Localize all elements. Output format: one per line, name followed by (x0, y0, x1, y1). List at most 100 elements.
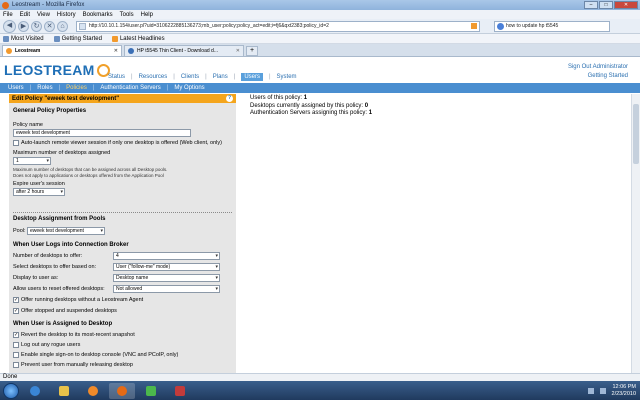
expire-session-select[interactable]: after 2 hours ▾ (13, 188, 65, 196)
chevron-down-icon: ▾ (215, 275, 218, 281)
window-controls: – □ ✕ (584, 1, 638, 9)
nav-system[interactable]: System (277, 74, 297, 80)
volume-icon[interactable] (599, 387, 606, 394)
logout-rogue-checkbox[interactable] (13, 342, 19, 348)
allow-reset-select[interactable]: Not allowed ▾ (113, 285, 220, 293)
navigation-toolbar: ◀ ▶ ↻ ✕ ⌂ http://10.10.1.154/user.pl?uid… (0, 19, 640, 34)
policy-name-input[interactable]: eweek test development (13, 129, 191, 137)
bookmark-latest-headlines[interactable]: Latest Headlines (111, 35, 165, 42)
sign-out-link[interactable]: Sign Out Administrator (568, 64, 628, 70)
flag-icon[interactable] (587, 387, 594, 394)
windows-taskbar: 12:06 PM 2/23/2010 (0, 381, 640, 400)
search-bar[interactable]: how to update hp t5545 (494, 20, 610, 32)
leostream-favicon-icon (6, 48, 12, 54)
nav-resources[interactable]: Resources (139, 74, 168, 80)
nav-users[interactable]: Users (241, 73, 263, 81)
folder-icon (59, 385, 69, 396)
clock[interactable]: 12:06 PM 2/23/2010 (612, 384, 636, 398)
home-icon[interactable]: ⌂ (57, 20, 68, 32)
subnav-authentication-servers[interactable]: Authentication Servers (100, 85, 160, 91)
subnav-roles[interactable]: Roles (37, 85, 52, 91)
chevron-down-icon: ▾ (215, 286, 218, 292)
getting-started-link[interactable]: Getting Started (588, 73, 628, 79)
nav-clients[interactable]: Clients (181, 74, 199, 80)
search-text: how to update hp t5545 (506, 23, 559, 29)
explorer-taskbar-icon[interactable] (51, 383, 77, 399)
tab-leostream[interactable]: Leostream ✕ (2, 45, 122, 56)
network-icon (146, 385, 156, 396)
num-offer-select[interactable]: 4 ▾ (113, 252, 220, 260)
login-section-title: When User Logs into Connection Broker (13, 242, 129, 248)
address-bar[interactable]: http://10.10.1.154/user.pl?uid=310622288… (76, 20, 480, 32)
offer-stopped-label: Offer stopped and suspended desktops (21, 308, 117, 314)
pool-label: Pool: (13, 228, 26, 234)
subnav-policies[interactable]: Policies (66, 85, 87, 91)
ie-taskbar-icon[interactable] (22, 383, 48, 399)
reload-icon[interactable]: ↻ (31, 20, 42, 32)
bookmark-folder-icon (3, 35, 9, 42)
subnav-users[interactable]: Users (8, 85, 24, 91)
enable-sso-label: Enable single sign-on to desktop console… (21, 352, 179, 358)
menu-help[interactable]: Help (141, 12, 153, 18)
offer-running-checkbox[interactable]: ✓ (13, 297, 19, 303)
tab-hp-download[interactable]: HP t5545 Thin Client - Download d... ✕ (124, 45, 244, 56)
tab-close-icon[interactable]: ✕ (236, 48, 240, 54)
auto-launch-checkbox[interactable] (13, 140, 19, 146)
prevent-release-checkbox[interactable] (13, 362, 19, 368)
page-scrollbar[interactable] (631, 94, 640, 373)
max-desktops-select[interactable]: 1 ▾ (13, 157, 51, 165)
media-player-icon (88, 385, 98, 396)
new-tab-button[interactable]: + (246, 46, 258, 56)
stop-icon[interactable]: ✕ (44, 20, 55, 32)
system-tray: 12:06 PM 2/23/2010 (587, 384, 636, 398)
rss-icon[interactable] (471, 23, 477, 29)
firefox-taskbar-icon[interactable] (109, 382, 135, 399)
hp-favicon-icon (128, 48, 134, 54)
menu-view[interactable]: View (37, 12, 50, 18)
offer-stopped-checkbox[interactable]: ✓ (13, 308, 19, 314)
help-icon[interactable]: ? (226, 95, 233, 102)
select-offer-select[interactable]: User ("follow-me" mode) ▾ (113, 263, 220, 271)
back-arrow-icon[interactable]: ◀ (3, 19, 16, 33)
policy-name-label: Policy name (13, 122, 43, 128)
nav-status[interactable]: Status (108, 74, 125, 80)
menu-bookmarks[interactable]: Bookmarks (83, 12, 113, 18)
menu-file[interactable]: File (3, 12, 13, 18)
app-taskbar-icon[interactable] (167, 383, 193, 399)
display-as-select[interactable]: Desktop name ▾ (113, 274, 220, 282)
panel-heading: Edit Policy "eweek test development" ? (9, 94, 236, 103)
menu-tools[interactable]: Tools (120, 12, 134, 18)
bookmark-most-visited[interactable]: Most Visited (3, 35, 44, 42)
media-taskbar-icon[interactable] (80, 383, 106, 399)
auto-launch-label: Auto-launch remote viewer session if onl… (21, 140, 222, 146)
forward-arrow-icon[interactable]: ▶ (18, 20, 29, 32)
rss-feed-icon (111, 35, 118, 42)
expire-session-label: Expire user's session (13, 181, 65, 187)
revert-snapshot-checkbox[interactable]: ✓ (13, 332, 19, 338)
menu-history[interactable]: History (57, 12, 76, 18)
url-text: http://10.10.1.154/user.pl?uid=310622288… (89, 23, 329, 29)
menu-bar: File Edit View History Bookmarks Tools H… (0, 10, 640, 19)
start-button[interactable] (3, 382, 19, 399)
edit-policy-panel: Edit Policy "eweek test development" ? G… (9, 94, 236, 373)
menu-edit[interactable]: Edit (20, 12, 30, 18)
tab-close-icon[interactable]: ✕ (114, 48, 118, 54)
nav-plans[interactable]: Plans (213, 74, 228, 80)
subnav-my-options[interactable]: My Options (174, 85, 204, 91)
minimize-button[interactable]: – (584, 1, 598, 9)
num-offer-label: Number of desktops to offer: (13, 253, 83, 259)
page-favicon-icon (79, 22, 86, 30)
max-desktops-label: Maximum number of desktops assigned (13, 150, 111, 156)
scrollbar-thumb[interactable] (633, 104, 639, 164)
maximize-button[interactable]: □ (599, 1, 613, 9)
pool-select[interactable]: eweek test development ▾ (27, 227, 105, 235)
policy-info: Users of this policy: 1 Desktops current… (250, 95, 372, 118)
bookmark-getting-started[interactable]: Getting Started (53, 35, 102, 42)
enable-sso-checkbox[interactable] (13, 352, 19, 358)
display-as-label: Display to user as: (13, 275, 59, 281)
chevron-down-icon: ▾ (215, 264, 218, 270)
close-button[interactable]: ✕ (614, 1, 638, 9)
bookmarks-toolbar: Most Visited Getting Started Latest Head… (0, 34, 640, 44)
general-section-title: General Policy Properties (13, 108, 87, 114)
network-taskbar-icon[interactable] (138, 383, 164, 399)
